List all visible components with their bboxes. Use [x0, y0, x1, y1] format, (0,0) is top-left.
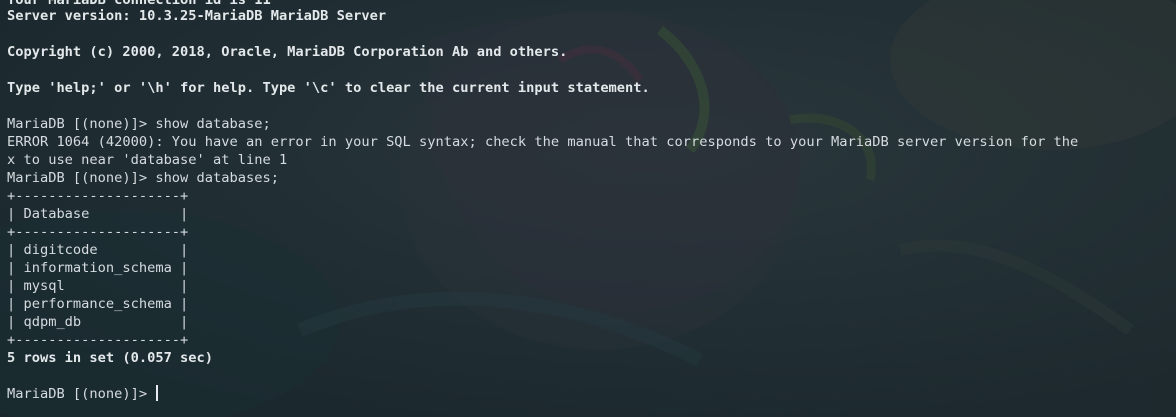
text-cursor: [156, 385, 159, 401]
table-row: | qdpm_db |: [7, 314, 189, 330]
table-border-top: +--------------------+: [7, 188, 189, 204]
table-row: | digitcode |: [7, 242, 189, 258]
table-row: | performance_schema |: [7, 296, 189, 312]
table-border-header: +--------------------+: [7, 224, 189, 240]
table-header-row: | Database |: [7, 206, 189, 222]
terminal-window[interactable]: Your MariaDB connection id is 11 Server …: [0, 0, 1176, 417]
row-count-line: 5 rows in set (0.057 sec): [7, 350, 214, 366]
table-row: | information_schema |: [7, 260, 189, 276]
help-hint-line: Type 'help;' or '\h' for help. Type '\c'…: [7, 80, 650, 96]
copyright-line: Copyright (c) 2000, 2018, Oracle, MariaD…: [7, 44, 568, 60]
command-line-show-databases: MariaDB [(none)]> show databases;: [7, 170, 279, 186]
server-version-line: Server version: 10.3.25-MariaDB MariaDB …: [7, 8, 387, 24]
error-line-continued: x to use near 'database' at line 1: [7, 152, 288, 168]
prompt-line[interactable]: MariaDB [(none)]>: [7, 385, 159, 403]
table-border-bottom: +--------------------+: [7, 332, 189, 348]
table-row: | mysql |: [7, 278, 189, 294]
error-line: ERROR 1064 (42000): You have an error in…: [7, 134, 1079, 150]
prompt-text: MariaDB [(none)]>: [7, 386, 156, 402]
command-line-show-database: MariaDB [(none)]> show database;: [7, 116, 271, 132]
